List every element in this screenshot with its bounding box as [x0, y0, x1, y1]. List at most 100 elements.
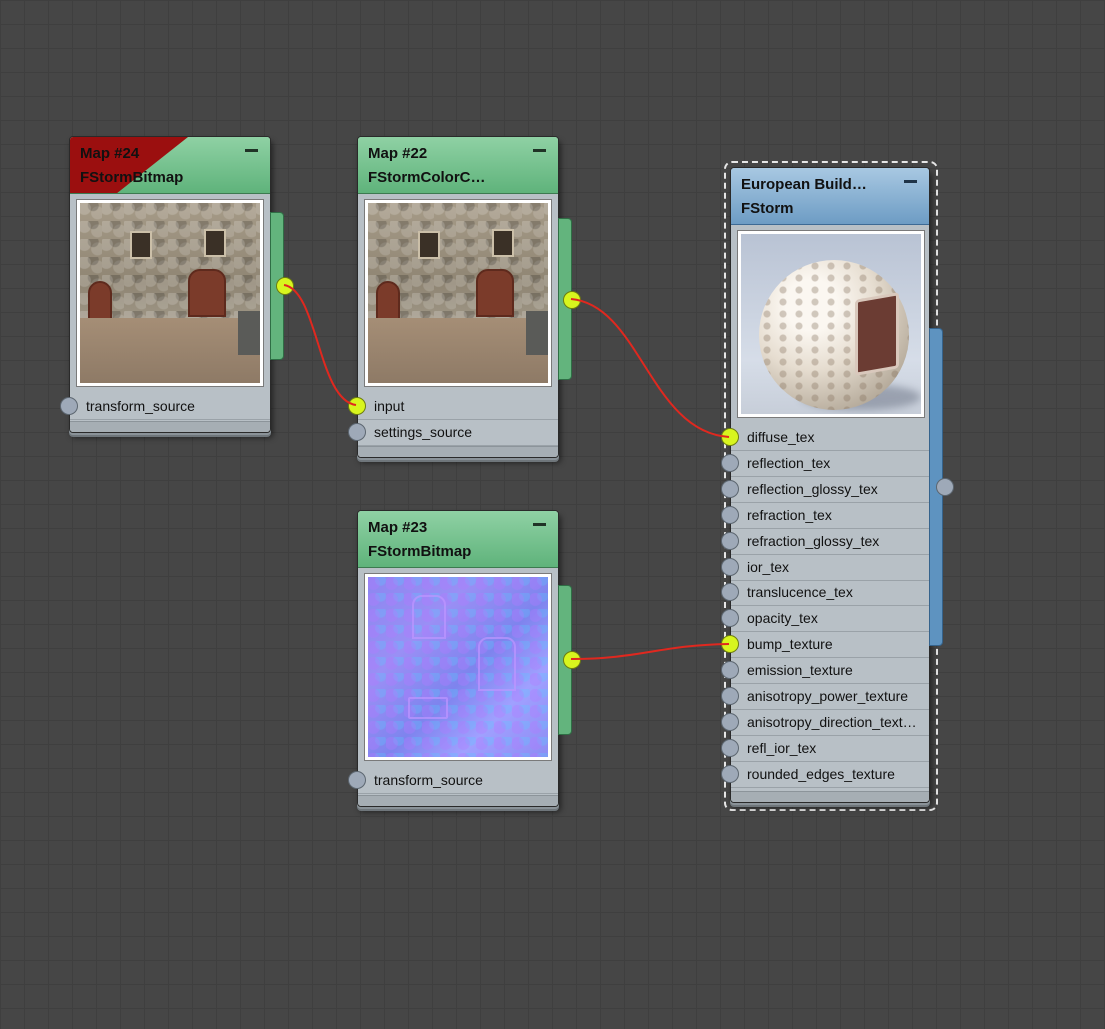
node-title: Map #24 — [80, 145, 140, 162]
window — [130, 231, 152, 259]
input-port[interactable] — [721, 764, 739, 783]
input-port[interactable] — [721, 609, 739, 628]
node-footer — [70, 421, 270, 432]
node-map22[interactable]: Map #22 FStormColorC… input settings_sou… — [348, 136, 559, 458]
input-port[interactable] — [721, 557, 739, 576]
slot-transform-source[interactable]: transform_source — [348, 767, 558, 794]
input-port[interactable] — [721, 505, 739, 524]
slot-label: diffuse_tex — [747, 429, 815, 445]
slot-translucence-tex[interactable]: translucence_tex — [721, 579, 929, 607]
input-port[interactable] — [348, 771, 366, 789]
slot-label: settings_source — [374, 424, 473, 440]
slot-diffuse-tex[interactable]: diffuse_tex — [721, 424, 929, 451]
node-title: Map #23 — [368, 519, 428, 536]
slot-rounded-edges-texture[interactable]: rounded_edges_texture — [721, 761, 929, 788]
slot-label: opacity_tex — [747, 610, 818, 627]
sphere-texture-patch — [855, 292, 899, 376]
output-port-map23[interactable] — [563, 651, 581, 669]
input-port[interactable] — [721, 687, 739, 705]
slot-label: emission_texture — [747, 662, 853, 679]
output-port-map24[interactable] — [276, 277, 294, 295]
minimize-icon[interactable] — [533, 523, 546, 526]
slot-refraction-glossy-tex[interactable]: refraction_glossy_tex — [721, 528, 929, 555]
input-port[interactable] — [721, 453, 739, 472]
material-preview — [737, 230, 925, 418]
output-port-map22[interactable] — [563, 291, 581, 309]
input-port[interactable] — [348, 423, 366, 441]
slot-label: input — [374, 398, 405, 414]
input-port[interactable] — [721, 531, 739, 550]
slot-label: transform_source — [86, 398, 195, 414]
texture-preview — [76, 199, 264, 387]
slot-transform-source[interactable]: transform_source — [60, 393, 270, 420]
node-map24-header[interactable]: Map #24 FStormBitmap — [70, 137, 270, 194]
slot-bump-texture[interactable]: bump_texture — [721, 631, 929, 659]
building-texture-image — [80, 203, 260, 383]
slot-label: ior_tex — [747, 558, 790, 575]
node-map24[interactable]: Map #24 FStormBitmap transform_source — [60, 136, 271, 433]
input-port[interactable] — [721, 712, 739, 731]
node-map23-header[interactable]: Map #23 FStormBitmap — [358, 511, 558, 568]
input-port[interactable] — [721, 738, 739, 757]
slot-settings-source[interactable]: settings_source — [348, 419, 558, 446]
node-footer — [358, 446, 558, 457]
node-title: Map #22 — [368, 145, 428, 162]
node-type: FStormBitmap — [368, 543, 472, 560]
node-material-header[interactable]: European Build… FStorm — [731, 168, 929, 225]
input-port[interactable] — [721, 635, 739, 654]
slot-label: anisotropy_direction_text… — [747, 713, 917, 730]
node-map22-header[interactable]: Map #22 FStormColorC… — [358, 137, 558, 194]
normal-map-image — [368, 577, 548, 757]
node-type: FStorm — [741, 200, 794, 217]
slot-reflection-tex[interactable]: reflection_tex — [721, 450, 929, 477]
slot-label: refraction_glossy_tex — [747, 532, 880, 549]
slot-opacity-tex[interactable]: opacity_tex — [721, 605, 929, 633]
slot-input[interactable]: input — [348, 393, 558, 420]
input-port[interactable] — [721, 661, 739, 680]
input-port[interactable] — [721, 428, 739, 446]
slot-label: refraction_tex — [747, 506, 832, 523]
building-texture-image — [368, 203, 548, 383]
normal-step — [408, 697, 448, 719]
door — [188, 269, 226, 317]
window — [492, 229, 514, 257]
shutter — [238, 311, 260, 355]
node-type: FStormColorC… — [368, 169, 486, 186]
window — [418, 231, 440, 259]
texture-preview — [364, 199, 552, 387]
texture-preview — [364, 573, 552, 761]
sphere-preview-image — [741, 234, 921, 414]
slot-label: reflection_tex — [747, 454, 831, 471]
wire-map23-to-bump — [570, 643, 730, 660]
slot-emission-texture[interactable]: emission_texture — [721, 657, 929, 685]
slot-anisotropy-direction-text[interactable]: anisotropy_direction_text… — [721, 709, 929, 736]
door — [476, 269, 514, 317]
slot-label: translucence_tex — [747, 584, 853, 601]
slot-label: bump_texture — [747, 636, 833, 653]
node-map23[interactable]: Map #23 FStormBitmap transform_source — [348, 510, 559, 807]
input-port[interactable] — [721, 583, 739, 602]
output-port-material[interactable] — [936, 478, 954, 496]
slot-label: anisotropy_power_texture — [747, 688, 909, 704]
input-port[interactable] — [348, 397, 366, 415]
slot-reflection-glossy-tex[interactable]: reflection_glossy_tex — [721, 476, 929, 503]
slot-anisotropy-power-texture[interactable]: anisotropy_power_texture — [721, 683, 929, 710]
slot-label: rounded_edges_texture — [747, 765, 895, 782]
node-footer — [731, 791, 929, 802]
slot-ior-tex[interactable]: ior_tex — [721, 554, 929, 581]
slot-refraction-tex[interactable]: refraction_tex — [721, 502, 929, 529]
input-port[interactable] — [60, 397, 78, 415]
wire-map24-to-map22-input — [283, 284, 357, 406]
sphere — [759, 260, 909, 410]
window — [204, 229, 226, 257]
floor-area — [368, 318, 548, 383]
minimize-icon[interactable] — [245, 149, 258, 152]
normal-window — [412, 595, 446, 639]
wire-map22-to-diffuse — [570, 298, 730, 438]
input-port[interactable] — [721, 479, 739, 498]
slot-label: transform_source — [374, 772, 483, 788]
node-material[interactable]: European Build… FStorm diffuse_texreflec… — [721, 167, 930, 803]
slot-refl-ior-tex[interactable]: refl_ior_tex — [721, 735, 929, 762]
minimize-icon[interactable] — [904, 180, 917, 183]
minimize-icon[interactable] — [533, 149, 546, 152]
